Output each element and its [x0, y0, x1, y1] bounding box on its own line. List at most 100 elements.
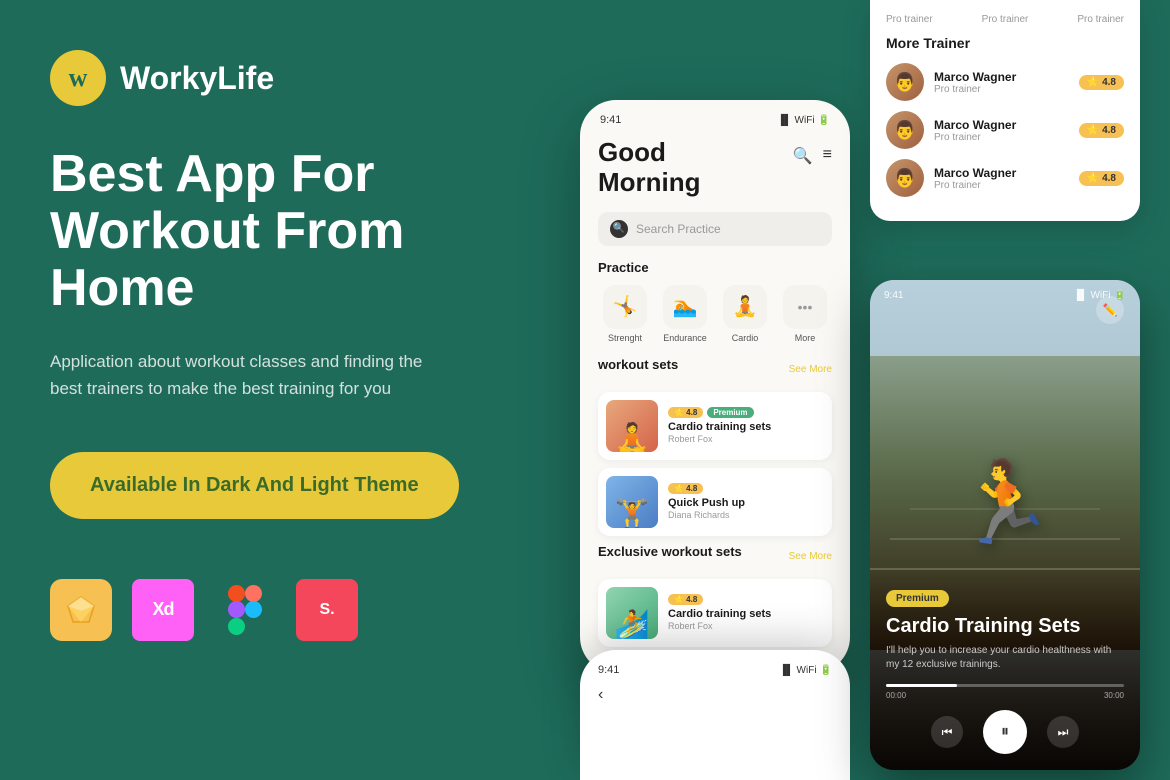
exclusive-badges-1: ⭐ 4.8	[668, 594, 824, 605]
progress-bar-background	[886, 684, 1124, 687]
workout-title-1: Cardio training sets	[668, 421, 824, 433]
workout-card-2[interactable]: 🏋️ ⭐ 4.8 Quick Push up Diana Richards	[598, 468, 832, 536]
progress-times: 00:00 30:00	[886, 691, 1124, 700]
skip-back-button[interactable]: ⏮	[931, 716, 963, 748]
video-controls: ⏮ ⏸ ⏭	[886, 710, 1124, 754]
workout-card-1[interactable]: 🧘 ⭐ 4.8 Premium Cardio training sets Rob…	[598, 392, 832, 460]
bottom-phone-status: 9:41 ▐▌WiFi🔋	[598, 664, 832, 676]
hero-subtext: Application about workout classes and fi…	[50, 348, 450, 402]
trainer-top-label-3: Pro trainer	[1077, 14, 1124, 25]
trainer-role-2: Pro trainer	[934, 132, 1069, 143]
phone-time: 9:41	[600, 114, 621, 126]
video-background: 🏃 9:41 ▐▌WiFi🔋 ✏️ Premium Cardio Trainin…	[870, 280, 1140, 770]
exclusive-info-1: ⭐ 4.8 Cardio training sets Robert Fox	[668, 594, 824, 631]
logo-area: w WorkyLife	[50, 50, 510, 106]
trainer-rating-1: ⭐ 4.8	[1079, 75, 1124, 90]
video-premium-badge: Premium	[886, 590, 949, 607]
bottom-phone-mockup: 9:41 ▐▌WiFi🔋 ‹	[580, 650, 850, 780]
left-section: w WorkyLife Best App For Workout From Ho…	[50, 50, 510, 641]
menu-icon[interactable]: ≡	[823, 146, 832, 166]
cardio-icon: 🧘	[723, 285, 767, 329]
phone-greeting: GoodMorning	[598, 138, 701, 198]
trainer-item-1[interactable]: 👨 Marco Wagner Pro trainer ⭐ 4.8	[886, 63, 1124, 101]
practice-item-cardio[interactable]: 🧘 Cardio	[718, 285, 772, 343]
brand-name: WorkyLife	[120, 60, 274, 97]
search-icon[interactable]: 🔍	[793, 146, 813, 166]
practice-item-strenght[interactable]: 🤸 Strenght	[598, 285, 652, 343]
practice-icons-row: 🤸 Strenght 🏊 Endurance 🧘 Cardio ••• More	[598, 285, 832, 343]
video-status-bar: 9:41 ▐▌WiFi🔋	[884, 290, 1126, 301]
logo-icon: w	[50, 50, 106, 106]
workout-trainer-1: Robert Fox	[668, 434, 824, 444]
xd-icon: Xd	[132, 579, 194, 641]
workout-figure-2: 🏋️	[615, 500, 650, 528]
video-card: 🏃 9:41 ▐▌WiFi🔋 ✏️ Premium Cardio Trainin…	[870, 280, 1140, 770]
skip-forward-button[interactable]: ⏭	[1047, 716, 1079, 748]
video-time: 9:41	[884, 290, 903, 301]
trainer-panel: Pro trainer Pro trainer Pro trainer More…	[870, 0, 1140, 221]
trainer-name-3: Marco Wagner	[934, 166, 1069, 180]
bottom-phone-time: 9:41	[598, 664, 619, 676]
premium-badge-1: Premium	[707, 407, 753, 418]
progress-bar-fill	[886, 684, 957, 687]
workout-see-more[interactable]: See More	[789, 364, 832, 375]
rating-badge-2: ⭐ 4.8	[668, 483, 703, 494]
stair-line-1	[870, 568, 1140, 570]
rating-badge-1: ⭐ 4.8	[668, 407, 703, 418]
phone-header-icons[interactable]: 🔍 ≡	[793, 146, 832, 166]
exclusive-figure-1: 🏄	[615, 611, 650, 639]
practice-item-endurance[interactable]: 🏊 Endurance	[658, 285, 712, 343]
video-overlay: Premium Cardio Training Sets I'll help y…	[870, 572, 1140, 770]
trainer-avatar-1: 👨	[886, 63, 924, 101]
workout-title-2: Quick Push up	[668, 497, 824, 509]
video-progress: 00:00 30:00	[886, 684, 1124, 700]
cardio-label: Cardio	[732, 333, 759, 343]
trainer-top-label-2: Pro trainer	[982, 14, 1029, 25]
trainer-role-1: Pro trainer	[934, 84, 1069, 95]
status-icons: ▐▌WiFi🔋	[777, 115, 830, 126]
sketch-icon	[50, 579, 112, 641]
trainer-top-label-1: Pro trainer	[886, 14, 933, 25]
exclusive-sets-label: Exclusive workout sets	[598, 544, 742, 559]
exclusive-rating-1: ⭐ 4.8	[668, 594, 703, 605]
back-arrow-icon[interactable]: ‹	[598, 686, 603, 703]
trainer-item-2[interactable]: 👨 Marco Wagner Pro trainer ⭐ 4.8	[886, 111, 1124, 149]
tool-icons-row: Xd S.	[50, 579, 510, 641]
trainer-item-3[interactable]: 👨 Marco Wagner Pro trainer ⭐ 4.8	[886, 159, 1124, 197]
practice-section-label: Practice	[598, 260, 832, 275]
search-bar[interactable]: 🔍 Search Practice	[598, 212, 832, 246]
strenght-label: Strenght	[608, 333, 642, 343]
workout-badges-1: ⭐ 4.8 Premium	[668, 407, 824, 418]
page-headline: Best App For Workout From Home	[50, 146, 510, 318]
figma-icon	[214, 579, 276, 641]
runner-icon: 🏃	[955, 456, 1055, 550]
trainer-rating-2: ⭐ 4.8	[1079, 123, 1124, 138]
workout-info-2: ⭐ 4.8 Quick Push up Diana Richards	[668, 483, 824, 520]
search-bar-icon: 🔍	[610, 220, 628, 238]
cta-button[interactable]: Available In Dark And Light Theme	[50, 452, 459, 519]
exclusive-card-1[interactable]: 🏄 ⭐ 4.8 Cardio training sets Robert Fox	[598, 579, 832, 647]
trainer-info-2: Marco Wagner Pro trainer	[934, 118, 1069, 143]
exclusive-see-more[interactable]: See More	[789, 551, 832, 562]
total-time: 30:00	[1104, 691, 1124, 700]
workout-sets-label: workout sets	[598, 357, 678, 372]
more-trainer-title: More Trainer	[886, 35, 1124, 51]
practice-item-more[interactable]: ••• More	[778, 285, 832, 343]
edit-icon[interactable]: ✏️	[1096, 296, 1124, 324]
play-pause-button[interactable]: ⏸	[983, 710, 1027, 754]
exclusive-thumb-1: 🏄	[606, 587, 658, 639]
video-desc: I'll help you to increase your cardio he…	[886, 644, 1124, 672]
workout-info-1: ⭐ 4.8 Premium Cardio training sets Rober…	[668, 407, 824, 444]
strenght-icon: 🤸	[603, 285, 647, 329]
phone-header: GoodMorning 🔍 ≡	[598, 138, 832, 198]
workout-badges-2: ⭐ 4.8	[668, 483, 824, 494]
trainer-name-1: Marco Wagner	[934, 70, 1069, 84]
slides-icon: S.	[296, 579, 358, 641]
more-label: More	[795, 333, 816, 343]
endurance-icon: 🏊	[663, 285, 707, 329]
workout-thumb-1: 🧘	[606, 400, 658, 452]
exclusive-sets-header: Exclusive workout sets See More	[598, 544, 832, 569]
workout-figure-1: 🧘	[615, 424, 650, 452]
trainer-avatar-2: 👨	[886, 111, 924, 149]
workout-thumb-2: 🏋️	[606, 476, 658, 528]
